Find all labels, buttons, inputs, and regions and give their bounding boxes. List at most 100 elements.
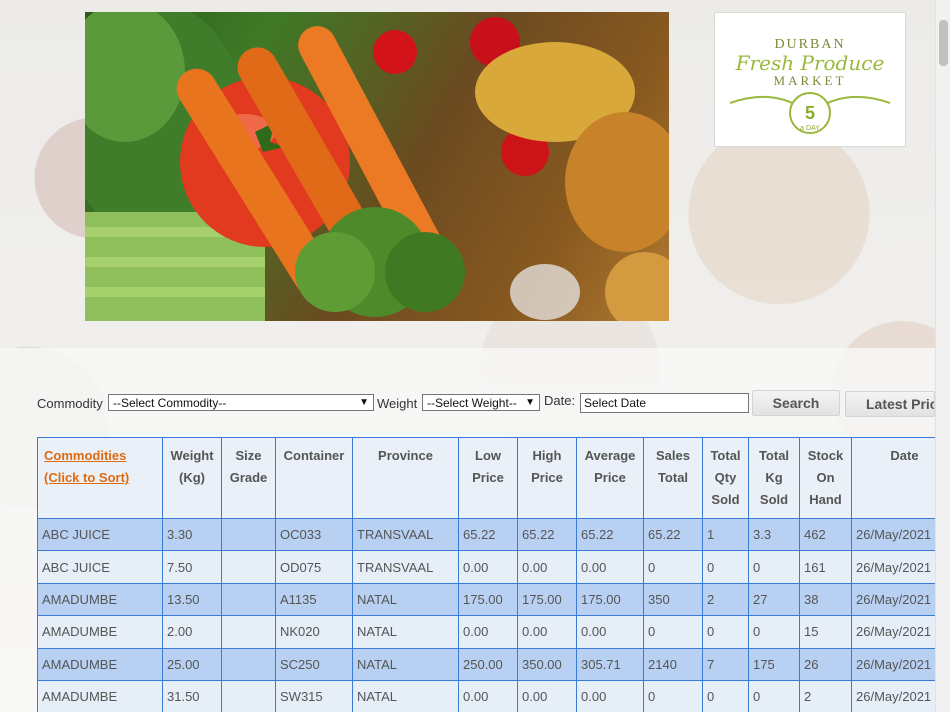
commodities-sort-header[interactable]: Commodities (Click to Sort) — [37, 437, 163, 519]
column-header-text: Sales — [656, 448, 690, 463]
table-cell — [221, 615, 276, 649]
table-cell — [221, 679, 276, 712]
market-logo[interactable]: DURBAN Fresh Produce MARKET 5 a DAY — [714, 12, 906, 147]
table-cell: 65.22 — [576, 517, 644, 552]
column-header-text: Date — [890, 448, 919, 463]
weight-select-value: --Select Weight-- — [427, 396, 517, 410]
date-label: Date: — [544, 393, 576, 408]
column-header-text: Low — [475, 448, 501, 463]
table-cell: ABC JUICE — [37, 517, 163, 552]
table-cell: 175 — [748, 647, 800, 681]
column-header: Stock On Hand — [799, 437, 852, 519]
column-header-text: Total — [657, 470, 689, 485]
table-row: ABC JUICE 7.50 OD075 TRANSVAAL 0.00 0.00 0.00 0… — [37, 550, 935, 584]
table-cell: TRANSVAAL — [352, 550, 459, 584]
sort-link-line2[interactable]: (Click to Sort) — [44, 470, 129, 485]
table-cell: 0 — [702, 679, 749, 712]
table-cell — [221, 582, 276, 617]
table-cell: OC033 — [275, 517, 353, 552]
produce-illustration — [85, 12, 669, 321]
table-cell: 305.71 — [576, 647, 644, 681]
column-header-text: Province — [378, 448, 433, 463]
table-cell: AMADUMBE — [37, 615, 163, 649]
table-cell: 65.22 — [643, 517, 703, 552]
table-row: AMADUMBE 31.50 SW315 NATAL 0.00 0.00 0.00 0 0 0 2 2… — [37, 679, 935, 712]
column-header: Date — [851, 437, 935, 519]
column-header-text: Total — [758, 448, 790, 463]
hero-image — [85, 12, 669, 321]
table-cell — [221, 647, 276, 681]
column-header-text: On — [816, 470, 835, 485]
table-cell: AMADUMBE — [37, 582, 163, 617]
table-cell: 7.50 — [162, 550, 222, 584]
column-header-text: Container — [283, 448, 345, 463]
logo-badge-number: 5 — [805, 103, 815, 123]
latest-prices-button[interactable]: Latest Prices — [845, 391, 935, 417]
table-cell: 2140 — [643, 647, 703, 681]
table-cell: 0.00 — [576, 679, 644, 712]
table-cell: 175.00 — [576, 582, 644, 617]
date-input[interactable]: Select Date — [580, 393, 749, 413]
table-cell: 31.50 — [162, 679, 222, 712]
table-cell: 65.22 — [458, 517, 518, 552]
table-cell: 15 — [799, 615, 852, 649]
commodity-select[interactable]: --Select Commodity-- ▼ — [108, 394, 374, 411]
table-cell: SW315 — [275, 679, 353, 712]
column-header-text: Kg — [765, 470, 783, 485]
table-cell: 2 — [799, 679, 852, 712]
column-header: Weight (Kg) — [162, 437, 222, 519]
table-cell: 26 — [799, 647, 852, 681]
table-cell: 250.00 — [458, 647, 518, 681]
table-cell: A1135 — [275, 582, 353, 617]
table-cell: SC250 — [275, 647, 353, 681]
table-cell — [221, 517, 276, 552]
scrollbar-thumb[interactable] — [939, 20, 948, 66]
sort-link-line1[interactable]: Commodities — [44, 448, 126, 463]
column-header-text: Qty — [714, 470, 737, 485]
table-cell: 25.00 — [162, 647, 222, 681]
table-cell: 0.00 — [576, 550, 644, 584]
commodity-select-value: --Select Commodity-- — [113, 396, 227, 410]
table-cell: TRANSVAAL — [352, 517, 459, 552]
table-row: AMADUMBE 25.00 SC250 NATAL 250.00 350.00 305.7… — [37, 647, 935, 681]
weight-select[interactable]: --Select Weight-- ▼ — [422, 394, 540, 411]
table-cell: 0 — [702, 615, 749, 649]
table-cell: 2 — [702, 582, 749, 617]
table-cell: 175.00 — [458, 582, 518, 617]
column-header: Low Price — [458, 437, 518, 519]
table-cell: 3.30 — [162, 517, 222, 552]
chevron-down-icon: ▼ — [359, 397, 369, 408]
column-header-text: Price — [472, 470, 504, 485]
vertical-scrollbar[interactable] — [935, 0, 950, 712]
column-header-text: Size — [235, 448, 262, 463]
table-cell: 26/May/2021 — [851, 647, 935, 681]
table-cell: 0.00 — [458, 615, 518, 649]
search-button[interactable]: Search — [752, 390, 840, 416]
table-cell: 0 — [702, 550, 749, 584]
table-cell: 0 — [643, 615, 703, 649]
chevron-down-icon: ▼ — [525, 397, 535, 408]
table-cell: AMADUMBE — [37, 647, 163, 681]
price-table: Commodities (Click to Sort) Weight (Kg) Si… — [37, 437, 935, 712]
table-cell: 26/May/2021 — [851, 582, 935, 617]
logo-text-fresh-produce: Fresh Produce — [735, 51, 885, 75]
table-cell: 65.22 — [517, 517, 577, 552]
logo-badge-sub: a DAY — [800, 125, 820, 132]
column-header: Average Price — [576, 437, 644, 519]
column-header-text: Weight — [170, 448, 214, 463]
weight-label: Weight — [377, 396, 418, 411]
logo-text-market: MARKET — [773, 73, 847, 88]
table-cell: NATAL — [352, 647, 459, 681]
table-cell: 27 — [748, 582, 800, 617]
logo-emblem: 5 a DAY — [729, 92, 891, 134]
table-cell: 0 — [643, 550, 703, 584]
column-header-text: Average — [584, 448, 636, 463]
table-cell: 350.00 — [517, 647, 577, 681]
table-cell: NATAL — [352, 582, 459, 617]
column-header-text: Hand — [809, 492, 842, 507]
table-row: AMADUMBE 2.00 NK020 NATAL 0.00 0.00 0.00 0 0 0 15 2… — [37, 615, 935, 649]
table-cell: 26/May/2021 — [851, 615, 935, 649]
column-header-text: Price — [531, 470, 563, 485]
table-cell: 2.00 — [162, 615, 222, 649]
table-cell: 7 — [702, 647, 749, 681]
